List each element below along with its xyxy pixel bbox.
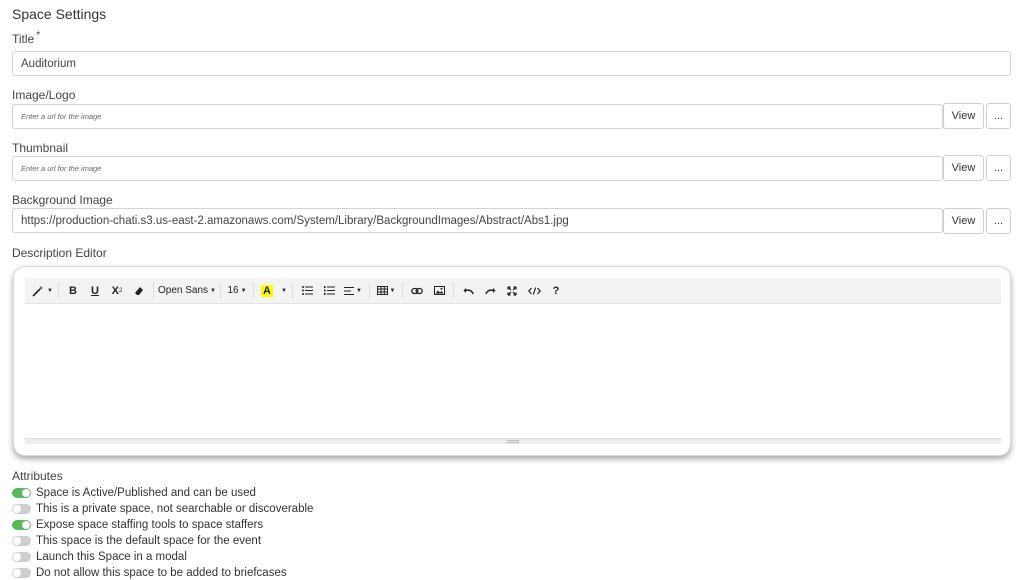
image-logo-label: Image/Logo [12,88,76,102]
toggle-switch[interactable] [12,568,31,578]
toggle-knob [22,521,30,529]
description-editor-label: Description Editor [12,246,107,260]
toggle-knob [13,569,21,577]
toggle-switch[interactable] [12,504,31,514]
toggle-switch[interactable] [12,488,31,498]
editor-content-area[interactable] [25,305,1001,438]
font-size-value: 16 [227,285,239,296]
toggle-switch[interactable] [12,552,31,562]
toggle-knob [13,553,21,561]
title-input[interactable]: Auditorium [12,51,1011,76]
attribute-label: Space is Active/Published and can be use… [36,487,256,499]
image-logo-browse-button[interactable]: ... [986,103,1011,129]
toolbar-separator [58,282,59,299]
toolbar-separator [402,282,403,299]
font-color-dropdown[interactable]: ▼ [278,281,288,301]
background-image-input[interactable]: https://production-chati.s3.us-east-2.am… [12,208,943,233]
font-family-value: Open Sans [158,285,209,296]
attribute-label: Expose space staffing tools to space sta… [36,519,264,531]
description-editor: ▼ B U X2 Open Sans ▼ 16 ▼ A ▼ ▼ ▼ ? [13,266,1011,456]
image-logo-view-button[interactable]: View [943,103,984,129]
attribute-label: This is a private space, not searchable … [36,503,314,515]
font-color-swatch: A [261,284,273,297]
attributes-title: Attributes [12,469,63,483]
background-image-browse-button[interactable]: ... [986,208,1011,234]
thumbnail-label: Thumbnail [12,141,69,155]
superscript-button[interactable]: X2 [107,281,127,301]
bold-glyph: B [69,284,77,297]
toolbar-separator [153,282,154,299]
align-dropdown-icon[interactable]: ▼ [341,281,365,301]
help-glyph: ? [552,284,560,297]
unordered-list-icon[interactable] [297,281,317,301]
fullscreen-icon[interactable] [502,281,522,301]
background-image-view-button[interactable]: View [943,208,984,234]
attribute-row: Do not allow this space to be added to b… [12,566,287,580]
toggle-switch[interactable] [12,520,31,530]
editor-toolbar: ▼ B U X2 Open Sans ▼ 16 ▼ A ▼ ▼ ▼ ? [25,278,1001,304]
page-title: Space Settings [12,6,107,22]
chevron-down-icon: ▼ [210,287,216,294]
image-icon[interactable] [429,281,449,301]
underline-button[interactable]: U [85,281,105,301]
title-label: Title * [12,30,40,46]
resize-grip-icon [507,440,519,443]
underline-glyph: U [91,284,99,297]
attribute-label: Launch this Space in a modal [36,551,187,563]
toolbar-separator [220,282,221,299]
thumbnail-browse-button[interactable]: ... [986,155,1011,181]
undo-icon[interactable] [458,281,478,301]
chevron-down-icon: ▼ [281,287,287,294]
toggle-knob [13,505,21,513]
toggle-knob [13,537,21,545]
help-button[interactable]: ? [546,281,566,301]
chevron-down-icon: ▼ [240,287,247,294]
attribute-row: Space is Active/Published and can be use… [12,486,256,500]
editor-resize-handle[interactable] [25,438,1001,444]
redo-icon[interactable] [480,281,500,301]
thumbnail-view-button[interactable]: View [943,155,984,181]
toolbar-separator [292,282,293,299]
attribute-row: This is a private space, not searchable … [12,502,313,516]
link-icon[interactable] [407,281,427,301]
attribute-label: Do not allow this space to be added to b… [36,567,287,579]
superscript-small: 2 [119,287,123,294]
toolbar-separator [253,282,254,299]
background-image-label: Background Image [12,193,113,207]
attribute-row: Expose space staffing tools to space sta… [12,518,263,532]
font-family-dropdown[interactable]: Open Sans ▼ [158,281,216,301]
font-size-dropdown[interactable]: 16 ▼ [225,281,249,301]
font-color-button[interactable]: A [258,281,276,301]
attribute-row: This space is the default space for the … [12,534,261,548]
image-logo-input[interactable]: Enter a url for the image [12,104,943,129]
required-marker: * [36,30,41,41]
title-label-text: Title [12,32,35,46]
toolbar-separator [369,282,370,299]
thumbnail-input[interactable]: Enter a url for the image [12,156,943,181]
table-icon[interactable]: ▼ [374,281,398,301]
eraser-icon[interactable] [129,281,149,301]
attribute-row: Launch this Space in a modal [12,550,187,564]
superscript-glyph: X [111,284,119,297]
toolbar-separator [453,282,454,299]
magic-wand-icon[interactable]: ▼ [30,281,54,301]
code-view-icon[interactable] [524,281,544,301]
ordered-list-icon[interactable] [319,281,339,301]
toggle-knob [22,489,30,497]
bold-button[interactable]: B [63,281,83,301]
toggle-switch[interactable] [12,536,31,546]
attribute-label: This space is the default space for the … [36,535,262,547]
